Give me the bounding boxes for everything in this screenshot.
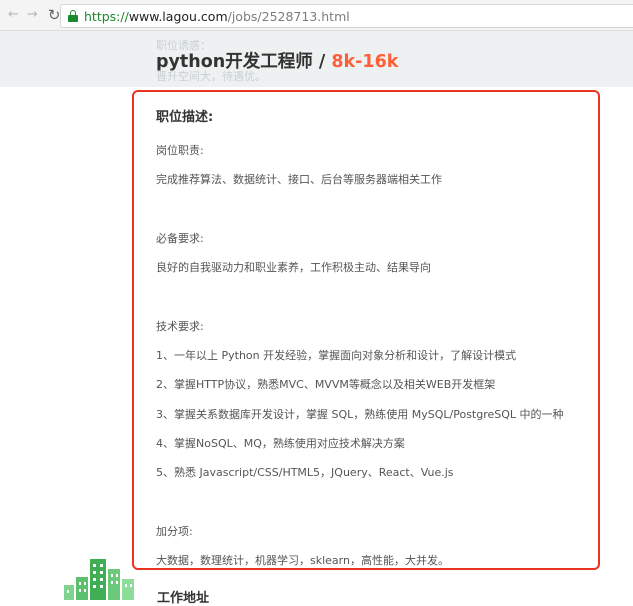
tech-requirement-item: 4、掌握NoSQL、MQ，熟练使用对应技术解决方案 (156, 437, 405, 450)
responsibilities-text: 完成推荐算法、数据统计、接口、后台等服务器端相关工作 (156, 173, 442, 186)
job-header: 职位诱惑： python开发工程师 / 8k-16k 晋升空间大，待遇优。 (0, 31, 633, 87)
bonus-label: 加分项: (156, 525, 193, 538)
tech-requirement-item: 5、熟悉 Javascript/CSS/HTML5，JQuery、React、V… (156, 466, 454, 479)
salary-range: 8k-16k (331, 52, 399, 72)
title-separator: / (312, 52, 332, 72)
description-heading: 职位描述: (156, 110, 214, 125)
requirements-text: 良好的自我驱动力和职业素养，工作积极主动、结果导向 (156, 261, 431, 274)
forward-arrow-icon[interactable]: → (27, 0, 38, 30)
city-buildings-icon (64, 559, 134, 600)
work-address-heading: 工作地址 (157, 591, 210, 606)
bonus-text: 大数据，数理统计，机器学习，sklearn，高性能，大并发。 (156, 554, 449, 567)
url-path: /jobs/2528713.html (227, 8, 350, 24)
refresh-icon[interactable]: ↻ (48, 0, 61, 30)
requirements-label: 必备要求: (156, 232, 204, 245)
back-arrow-icon[interactable]: ← (8, 0, 19, 30)
lock-icon (68, 10, 78, 22)
tech-requirement-item: 1、一年以上 Python 开发经验，掌握面向对象分析和设计，了解设计模式 (156, 349, 517, 362)
tech-requirement-item: 2、掌握HTTP协议，熟悉MVC、MVVM等概念以及相关WEB开发框架 (156, 378, 496, 391)
url-scheme: https:// (84, 8, 129, 24)
tech-requirement-item: 3、掌握关系数据库开发设计，掌握 SQL，熟练使用 MySQL/PostgreS… (156, 408, 564, 421)
job-description-panel: 职位描述: 岗位职责: 完成推荐算法、数据统计、接口、后台等服务器端相关工作 必… (132, 90, 600, 570)
job-perk-text: 晋升空间大，待遇优。 (156, 70, 266, 83)
browser-toolbar: ← → ↻ https:// www.lagou.com /jobs/25287… (0, 0, 633, 31)
url-host: www.lagou.com (128, 8, 228, 24)
address-bar[interactable]: https:// www.lagou.com /jobs/2528713.htm… (60, 4, 633, 28)
responsibilities-label: 岗位职责: (156, 144, 204, 157)
tech-requirements-label: 技术要求: (156, 320, 204, 333)
